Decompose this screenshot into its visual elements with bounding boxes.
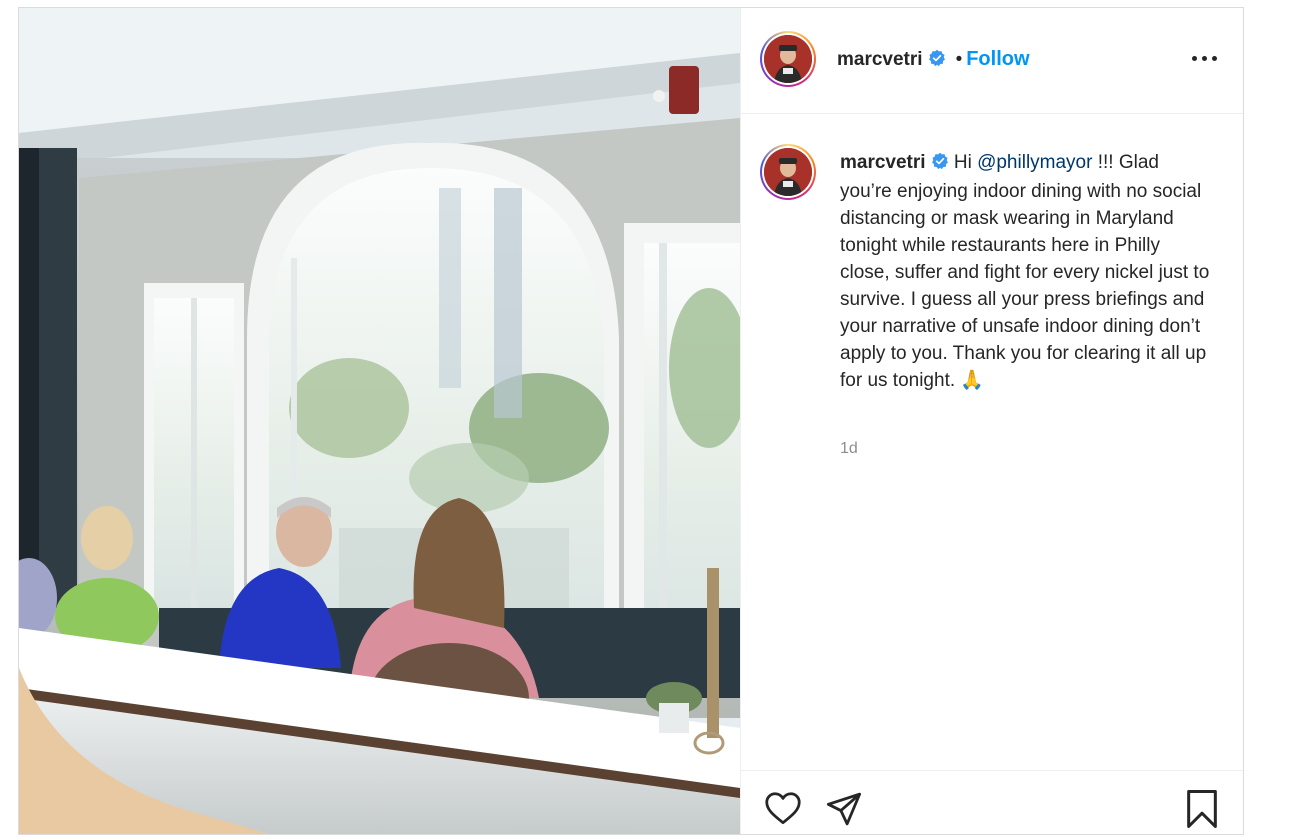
post-header: marcvetri • Follow [741, 8, 1243, 114]
caption-avatar[interactable] [760, 144, 816, 200]
post-actions-bar [741, 770, 1243, 834]
caption-username[interactable]: marcvetri [840, 152, 926, 173]
avatar-image [764, 35, 812, 83]
heart-icon[interactable] [764, 791, 802, 830]
caption-verified-badge-icon [931, 151, 949, 178]
bookmark-icon[interactable] [1184, 789, 1220, 834]
post-photo[interactable] [19, 8, 740, 834]
post-author-username[interactable]: marcvetri [837, 49, 923, 70]
more-options-icon[interactable] [1190, 48, 1220, 68]
caption-prefix: Hi [953, 152, 978, 173]
paper-plane-icon[interactable] [825, 791, 863, 832]
instagram-post: marcvetri • Follow marcvetri Hi @phillym… [18, 7, 1244, 835]
avatar[interactable] [760, 31, 816, 87]
post-caption: marcvetri Hi @phillymayor !!! Glad you’r… [840, 149, 1210, 394]
post-side-panel: marcvetri • Follow marcvetri Hi @phillym… [740, 8, 1243, 834]
follow-button[interactable]: Follow [966, 48, 1029, 70]
separator-dot: • [955, 49, 963, 70]
verified-badge-icon [928, 49, 946, 72]
post-timestamp[interactable]: 1d [840, 440, 858, 458]
caption-avatar-image [764, 148, 812, 196]
restaurant-photo-image [19, 8, 740, 834]
caption-text: !!! Glad you’re enjoying indoor dining w… [840, 152, 1210, 391]
caption-mention-link[interactable]: @phillymayor [977, 152, 1092, 173]
